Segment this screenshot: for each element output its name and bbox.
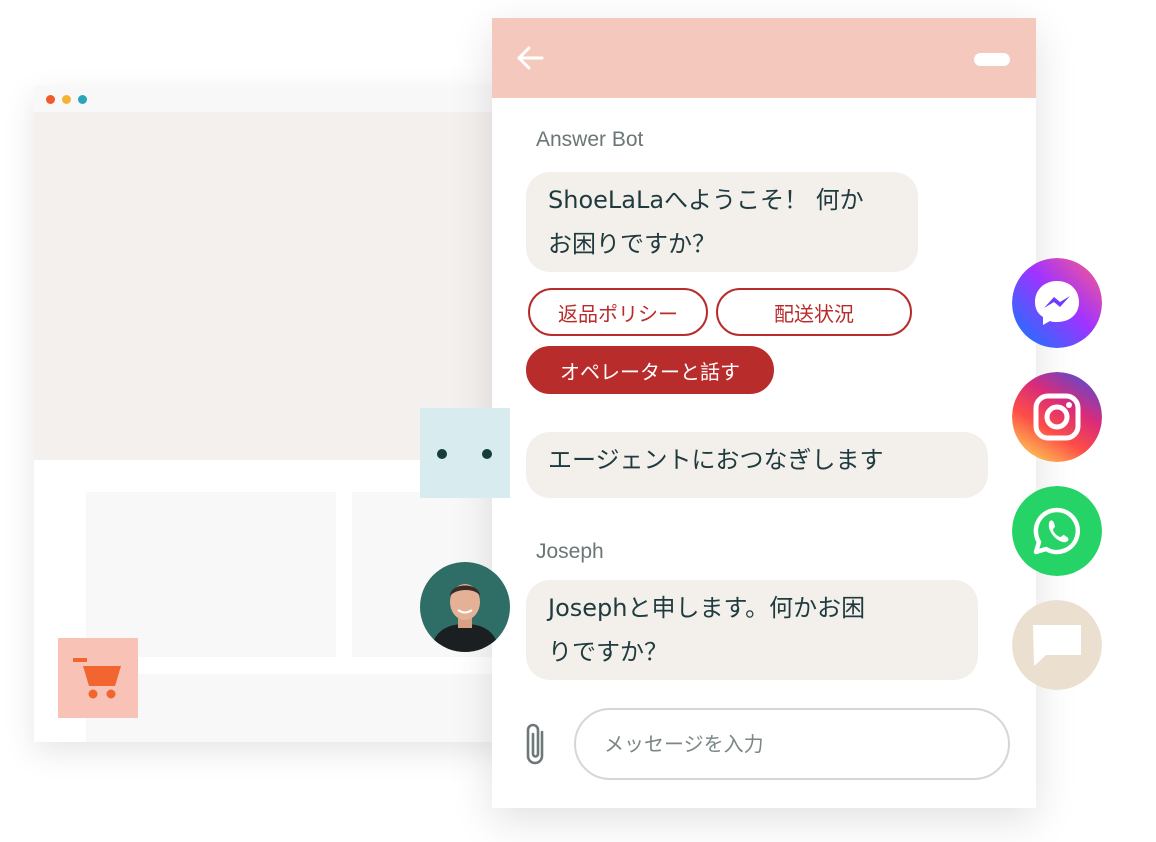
agent-photo	[420, 562, 510, 652]
chat-icon[interactable]	[1012, 600, 1102, 690]
shopping-cart-icon	[73, 658, 121, 699]
shopping-cart-tile	[58, 638, 138, 718]
bot-eye	[482, 449, 492, 459]
minimize-icon[interactable]	[974, 53, 1010, 66]
quick-reply-talk-to-operator[interactable]: オペレーターと話す	[526, 346, 774, 394]
footer-placeholder	[86, 674, 504, 742]
instagram-icon[interactable]	[1012, 372, 1102, 462]
bot-message-bubble: エージェントにおつなぎします	[526, 432, 988, 498]
messenger-icon[interactable]	[1012, 258, 1102, 348]
whatsapp-icon[interactable]	[1012, 486, 1102, 576]
bot-avatar	[420, 408, 510, 498]
quick-reply-return-policy[interactable]: 返品ポリシー	[528, 288, 708, 336]
agent-message-bubble: Josephと申します。何かお困 りですか？	[526, 580, 978, 680]
message-input[interactable]	[574, 708, 1010, 780]
agent-avatar	[420, 562, 510, 652]
sender-name: Answer Bot	[536, 128, 644, 151]
bot-eye	[437, 449, 447, 459]
window-dot-yellow	[62, 95, 71, 104]
content-card-placeholder	[86, 492, 336, 657]
bot-message-bubble: ShoeLaLaへようこそ！ 何か お困りですか？	[526, 172, 918, 272]
paperclip-icon[interactable]	[520, 720, 552, 770]
window-dot-red	[46, 95, 55, 104]
chat-header	[492, 18, 1036, 98]
chat-widget: Answer Bot ShoeLaLaへようこそ！ 何か お困りですか？ 返品ポ…	[492, 18, 1036, 808]
quick-reply-shipping-status[interactable]: 配送状況	[716, 288, 912, 336]
browser-title-bar	[34, 86, 504, 112]
arrow-left-icon[interactable]	[514, 42, 546, 74]
window-dot-blue	[78, 95, 87, 104]
sender-name: Joseph	[536, 540, 604, 563]
